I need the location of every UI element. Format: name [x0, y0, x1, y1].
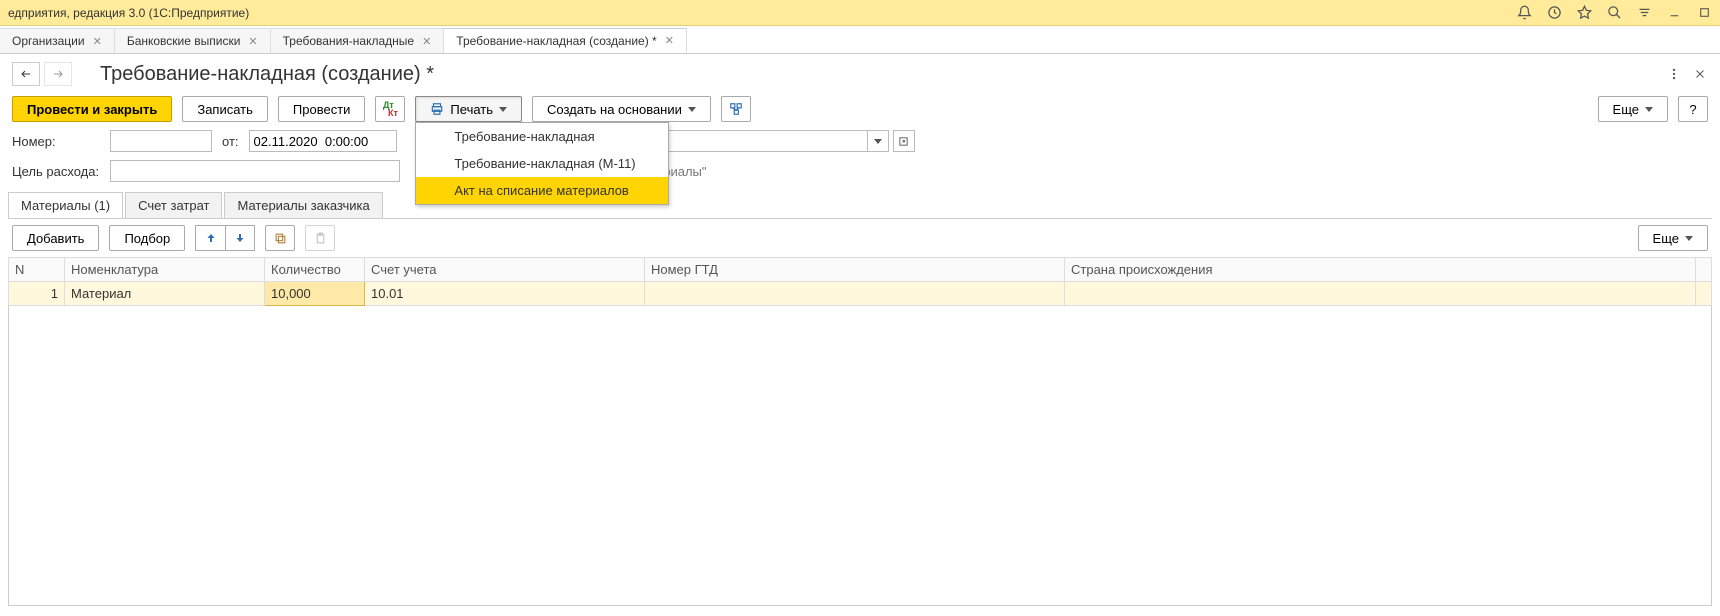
nav-back-button[interactable] — [12, 62, 40, 86]
col-country[interactable]: Страна происхождения — [1065, 258, 1696, 282]
table-row[interactable]: 1 Материал 10,000 10.01 — [9, 282, 1712, 306]
tab-demands[interactable]: Требования-накладные ✕ — [271, 28, 445, 53]
print-dropdown-menu: Требование-накладная Требование-накладна… — [415, 122, 669, 205]
org-open-button[interactable] — [893, 130, 915, 152]
grid-more-button[interactable]: Еще — [1638, 225, 1708, 251]
kebab-icon[interactable] — [1666, 66, 1682, 82]
move-up-button[interactable] — [195, 225, 225, 251]
cell-quantity[interactable]: 10,000 — [265, 282, 365, 306]
cell-n[interactable]: 1 — [9, 282, 65, 306]
move-down-button[interactable] — [225, 225, 255, 251]
col-n[interactable]: N — [9, 258, 65, 282]
tab-organizations[interactable]: Организации ✕ — [0, 28, 115, 53]
detail-subtabs: Материалы (1) Счет затрат Материалы зака… — [8, 192, 1712, 219]
tab-label: Требование-накладная (создание) * — [456, 34, 656, 48]
minimize-icon[interactable] — [1666, 5, 1682, 21]
close-icon[interactable]: ✕ — [93, 35, 102, 48]
print-menu-item-demand[interactable]: Требование-накладная — [416, 123, 668, 150]
dtkt-icon: Дт Кт — [383, 101, 398, 117]
create-on-basis-label: Создать на основании — [547, 102, 682, 117]
col-scroll-gutter — [1696, 258, 1712, 282]
tab-bank-statements[interactable]: Банковские выписки ✕ — [115, 28, 271, 53]
copy-button[interactable] — [265, 225, 295, 251]
chevron-down-icon — [688, 107, 696, 112]
purpose-input[interactable] — [110, 160, 400, 182]
write-button[interactable]: Записать — [182, 96, 268, 122]
more-button[interactable]: Еще — [1598, 96, 1668, 122]
purpose-label: Цель расхода: — [12, 164, 104, 179]
col-nomenclature[interactable]: Номенклатура — [65, 258, 265, 282]
help-button[interactable]: ? — [1678, 96, 1708, 122]
cell-gtd[interactable] — [645, 282, 1065, 306]
col-account[interactable]: Счет учета — [365, 258, 645, 282]
tab-label: Требования-накладные — [283, 34, 414, 48]
cell-nomenclature[interactable]: Материал — [65, 282, 265, 306]
close-icon[interactable]: ✕ — [665, 34, 674, 47]
print-menu-item-writeoff-act[interactable]: Акт на списание материалов — [416, 177, 668, 204]
tab-demand-create[interactable]: Требование-накладная (создание) * ✕ — [444, 28, 687, 53]
chevron-down-icon — [499, 107, 507, 112]
structure-button[interactable] — [721, 96, 751, 122]
org-dropdown-button[interactable] — [867, 130, 889, 152]
history-icon[interactable] — [1546, 5, 1562, 21]
subtab-materials[interactable]: Материалы (1) — [8, 192, 123, 218]
menu-tools-icon[interactable] — [1636, 5, 1652, 21]
cell-account[interactable]: 10.01 — [365, 282, 645, 306]
close-icon[interactable]: ✕ — [422, 35, 431, 48]
paste-button[interactable] — [305, 225, 335, 251]
close-icon[interactable]: ✕ — [248, 35, 257, 48]
subtab-customer-materials[interactable]: Материалы заказчика — [224, 192, 382, 218]
bell-icon[interactable] — [1516, 5, 1532, 21]
chevron-down-icon — [874, 139, 882, 144]
print-menu-item-m11[interactable]: Требование-накладная (М-11) — [416, 150, 668, 177]
number-input[interactable] — [110, 130, 212, 152]
pick-button[interactable]: Подбор — [109, 225, 185, 251]
print-button[interactable]: Печать — [415, 96, 522, 122]
print-label: Печать — [450, 102, 493, 117]
col-gtd[interactable]: Номер ГТД — [645, 258, 1065, 282]
grid-more-label: Еще — [1653, 231, 1679, 246]
grid-empty-area[interactable] — [8, 306, 1712, 606]
from-label: от: — [222, 134, 239, 149]
cell-country[interactable] — [1065, 282, 1696, 306]
post-and-close-button[interactable]: Провести и закрыть — [12, 96, 172, 122]
search-icon[interactable] — [1606, 5, 1622, 21]
subtab-cost-account[interactable]: Счет затрат — [125, 192, 222, 218]
close-panel-icon[interactable] — [1692, 66, 1708, 82]
titlebar: едприятия, редакция 3.0 (1С:Предприятие) — [0, 0, 1720, 26]
app-title: едприятия, редакция 3.0 (1С:Предприятие) — [8, 6, 249, 20]
add-row-button[interactable]: Добавить — [12, 225, 99, 251]
chevron-down-icon — [1685, 236, 1693, 241]
tab-label: Банковские выписки — [127, 34, 241, 48]
more-label: Еще — [1613, 102, 1639, 117]
page-title: Требование-накладная (создание) * — [100, 63, 434, 86]
maximize-icon[interactable] — [1696, 5, 1712, 21]
nav-forward-button[interactable] — [44, 62, 72, 86]
printer-icon — [430, 102, 444, 116]
create-on-basis-button[interactable]: Создать на основании — [532, 96, 711, 122]
date-input[interactable] — [249, 130, 397, 152]
debit-credit-button[interactable]: Дт Кт — [375, 96, 405, 122]
materials-grid[interactable]: N Номенклатура Количество Счет учета Ном… — [8, 257, 1712, 306]
document-tabs: Организации ✕ Банковские выписки ✕ Требо… — [0, 26, 1720, 54]
col-quantity[interactable]: Количество — [265, 258, 365, 282]
chevron-down-icon — [1645, 107, 1653, 112]
number-label: Номер: — [12, 134, 104, 149]
star-icon[interactable] — [1576, 5, 1592, 21]
tab-label: Организации — [12, 34, 85, 48]
post-button[interactable]: Провести — [278, 96, 366, 122]
